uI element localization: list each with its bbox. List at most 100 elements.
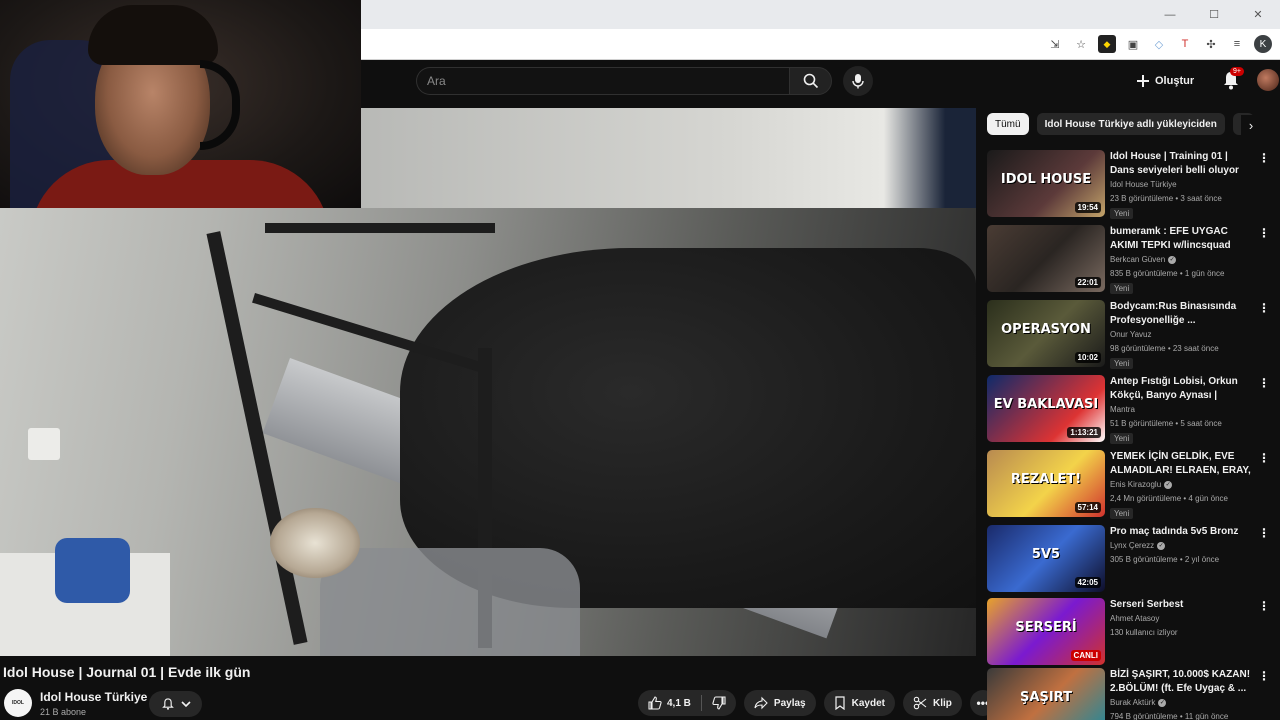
- extension-icon[interactable]: ◆: [1098, 35, 1116, 53]
- minimize-icon[interactable]: —: [1148, 0, 1192, 29]
- recommendation-meta: 23 B görüntüleme • 3 saat önce: [1110, 194, 1222, 203]
- plus-icon: [1137, 75, 1149, 87]
- reading-list-icon[interactable]: ≡: [1228, 35, 1246, 53]
- channel-name[interactable]: Idol House Türkiye: [40, 690, 147, 704]
- recommendation-meta: 2,4 Mn görüntüleme • 4 gün önce: [1110, 494, 1228, 503]
- video-duration: 57:14: [1074, 502, 1101, 513]
- search-input[interactable]: Ara: [416, 67, 789, 95]
- channel-name-text: Mantra: [1110, 405, 1135, 414]
- dislike-button[interactable]: [702, 690, 736, 716]
- more-vertical-icon[interactable]: ⋮: [1258, 302, 1270, 316]
- install-app-icon[interactable]: ⇲: [1046, 35, 1064, 53]
- recommendation-item[interactable]: EV BAKLAVASI 1:13:21 Antep Fıstığı Lobisi,…: [987, 375, 1277, 445]
- video-duration: 19:54: [1074, 202, 1101, 213]
- thumbnail-text: REZALET!: [1010, 472, 1082, 487]
- search-button[interactable]: [789, 67, 832, 95]
- create-button[interactable]: Oluştur: [1136, 68, 1194, 94]
- channel-avatar[interactable]: IDOL: [4, 689, 32, 717]
- puzzle-icon[interactable]: ✣: [1202, 35, 1220, 53]
- recommendation-item[interactable]: REZALET! 57:14 YEMEK İÇİN GELDİK, EVE ALMA…: [987, 450, 1277, 520]
- video-thumbnail[interactable]: IDOL HOUSE 19:54: [987, 150, 1105, 217]
- clip-button[interactable]: Klip: [902, 690, 962, 716]
- recommendation-meta: 835 B görüntüleme • 1 gün önce: [1110, 269, 1225, 278]
- subscriber-count: 21 B abone: [40, 707, 87, 717]
- extension-icon[interactable]: ▣: [1124, 35, 1142, 53]
- maximize-icon[interactable]: ☐: [1192, 0, 1236, 29]
- thumbnail-text: OPERASYON: [1001, 322, 1091, 337]
- chevron-down-icon: [180, 701, 191, 708]
- recommendation-title[interactable]: YEMEK İÇİN GELDİK, EVE ALMADILAR! ELRAEN…: [1110, 450, 1255, 478]
- new-badge: Yeni: [1110, 283, 1134, 294]
- recommendation-title[interactable]: Bodycam:Rus Binasısında Profesyonelliğe …: [1110, 300, 1255, 328]
- chevron-right-icon[interactable]: ›: [1241, 115, 1261, 135]
- more-vertical-icon[interactable]: ⋮: [1258, 527, 1270, 541]
- create-label: Oluştur: [1155, 75, 1195, 87]
- webcam-overlay: [0, 0, 361, 208]
- extension-icon[interactable]: T: [1176, 35, 1194, 53]
- recommendation-item[interactable]: OPERASYON 10:02 Bodycam:Rus Binasısında Pr…: [987, 300, 1277, 370]
- video-duration: 1:13:21: [1067, 427, 1101, 438]
- video-thumbnail[interactable]: 5V5 42:05: [987, 525, 1105, 592]
- more-vertical-icon[interactable]: ⋮: [1258, 227, 1270, 241]
- video-thumbnail[interactable]: EV BAKLAVASI 1:13:21: [987, 375, 1105, 442]
- video-player[interactable]: [0, 208, 976, 656]
- close-icon[interactable]: ✕: [1236, 0, 1280, 29]
- chip-all[interactable]: Tümü: [987, 113, 1029, 135]
- live-badge: CANLI: [1070, 650, 1101, 661]
- more-vertical-icon[interactable]: ⋮: [1258, 452, 1270, 466]
- like-button[interactable]: 4,1 B: [638, 690, 701, 716]
- browser-tabstrip: — ☐ ✕: [361, 0, 1280, 29]
- video-title: Idol House | Journal 01 | Evde ilk gün: [3, 664, 251, 680]
- recommendation-title[interactable]: Pro maç tadında 5v5 Bronz: [1110, 525, 1255, 539]
- bookmark-star-icon[interactable]: ☆: [1072, 35, 1090, 53]
- voice-search-button[interactable]: [843, 66, 873, 96]
- recommendation-title[interactable]: Idol House | Training 01 | Dans seviyele…: [1110, 150, 1255, 178]
- channel-name-text: Onur Yavuz: [1110, 330, 1152, 339]
- video-thumbnail[interactable]: REZALET! 57:14: [987, 450, 1105, 517]
- recommendation-meta: 51 B görüntüleme • 5 saat önce: [1110, 419, 1222, 428]
- channel-name-text: Enis Kirazoglu: [1110, 480, 1162, 489]
- recommendation-channel[interactable]: Ahmet Atasoy: [1110, 614, 1159, 623]
- video-thumbnail[interactable]: OPERASYON 10:02: [987, 300, 1105, 367]
- channel-name-text: Burak Aktürk: [1110, 698, 1156, 707]
- recommendation-title[interactable]: bumeramk : EFE UYGAC AKIMI TEPKI w/lincs…: [1110, 225, 1255, 253]
- video-thumbnail[interactable]: 22:01: [987, 225, 1105, 292]
- chip-from-uploader[interactable]: Idol House Türkiye adlı yükleyiciden: [1036, 113, 1225, 135]
- recommendation-channel[interactable]: Lynx Çerezz ✓: [1110, 541, 1166, 550]
- recommendation-item[interactable]: SERSERİ CANLI Serseri Serbest Ahmet Atasoy 1…: [987, 598, 1277, 668]
- video-thumbnail[interactable]: SERSERİ CANLI: [987, 598, 1105, 665]
- extension-icon[interactable]: ◇: [1150, 35, 1168, 53]
- recommendation-channel[interactable]: Idol House Türkiye: [1110, 180, 1177, 189]
- save-button[interactable]: Kaydet: [823, 690, 895, 716]
- recommendation-channel[interactable]: Onur Yavuz: [1110, 330, 1152, 339]
- recommendation-item[interactable]: ŞAŞIRT BİZİ ŞAŞIRT, 10.000$ KAZAN! 2.BÖLÜ…: [987, 668, 1277, 720]
- profile-avatar[interactable]: K: [1254, 35, 1272, 53]
- subscription-notifications-button[interactable]: [149, 691, 202, 717]
- recommendation-item[interactable]: 22:01 bumeramk : EFE UYGAC AKIMI TEPKI w/…: [987, 225, 1277, 295]
- more-vertical-icon[interactable]: ⋮: [1258, 600, 1270, 614]
- more-vertical-icon[interactable]: ⋮: [1258, 670, 1270, 684]
- recommendation-channel[interactable]: Burak Aktürk ✓: [1110, 698, 1167, 707]
- more-vertical-icon[interactable]: ⋮: [1258, 377, 1270, 391]
- thumbs-up-icon: [648, 696, 662, 710]
- video-player-top[interactable]: [361, 108, 976, 208]
- recommendation-channel[interactable]: Mantra: [1110, 405, 1135, 414]
- recommendation-item[interactable]: 5V5 42:05 Pro maç tadında 5v5 Bronz Lynx Çe…: [987, 525, 1277, 595]
- thumbnail-text: 5V5: [1031, 547, 1061, 562]
- recommendation-item[interactable]: IDOL HOUSE 19:54 Idol House | Training 01 …: [987, 150, 1277, 220]
- video-thumbnail[interactable]: ŞAŞIRT: [987, 668, 1105, 720]
- bell-icon: [161, 698, 174, 710]
- recommendation-channel[interactable]: Berkcan Güven ✓: [1110, 255, 1177, 264]
- recommendation-channel[interactable]: Enis Kirazoglu ✓: [1110, 480, 1173, 489]
- new-badge: Yeni: [1110, 358, 1134, 369]
- account-avatar[interactable]: [1257, 69, 1279, 91]
- share-label: Paylaş: [773, 697, 806, 709]
- more-vertical-icon[interactable]: ⋮: [1258, 152, 1270, 166]
- share-button[interactable]: Paylaş: [743, 690, 816, 716]
- recommendation-title[interactable]: Serseri Serbest: [1110, 598, 1255, 612]
- recommendation-title[interactable]: Antep Fıstığı Lobisi, Orkun Kökçü, Banyo…: [1110, 375, 1255, 403]
- new-badge: Yeni: [1110, 508, 1134, 519]
- recommendation-title[interactable]: BİZİ ŞAŞIRT, 10.000$ KAZAN! 2.BÖLÜM! (ft…: [1110, 668, 1255, 696]
- screen: — ☐ ✕ ⇲ ☆ ◆ ▣ ◇ T ✣ ≡ K Ara Oluştur 9+ I…: [0, 0, 1280, 720]
- video-actions: 4,1 B Paylaş Kaydet Klip •••: [638, 690, 996, 716]
